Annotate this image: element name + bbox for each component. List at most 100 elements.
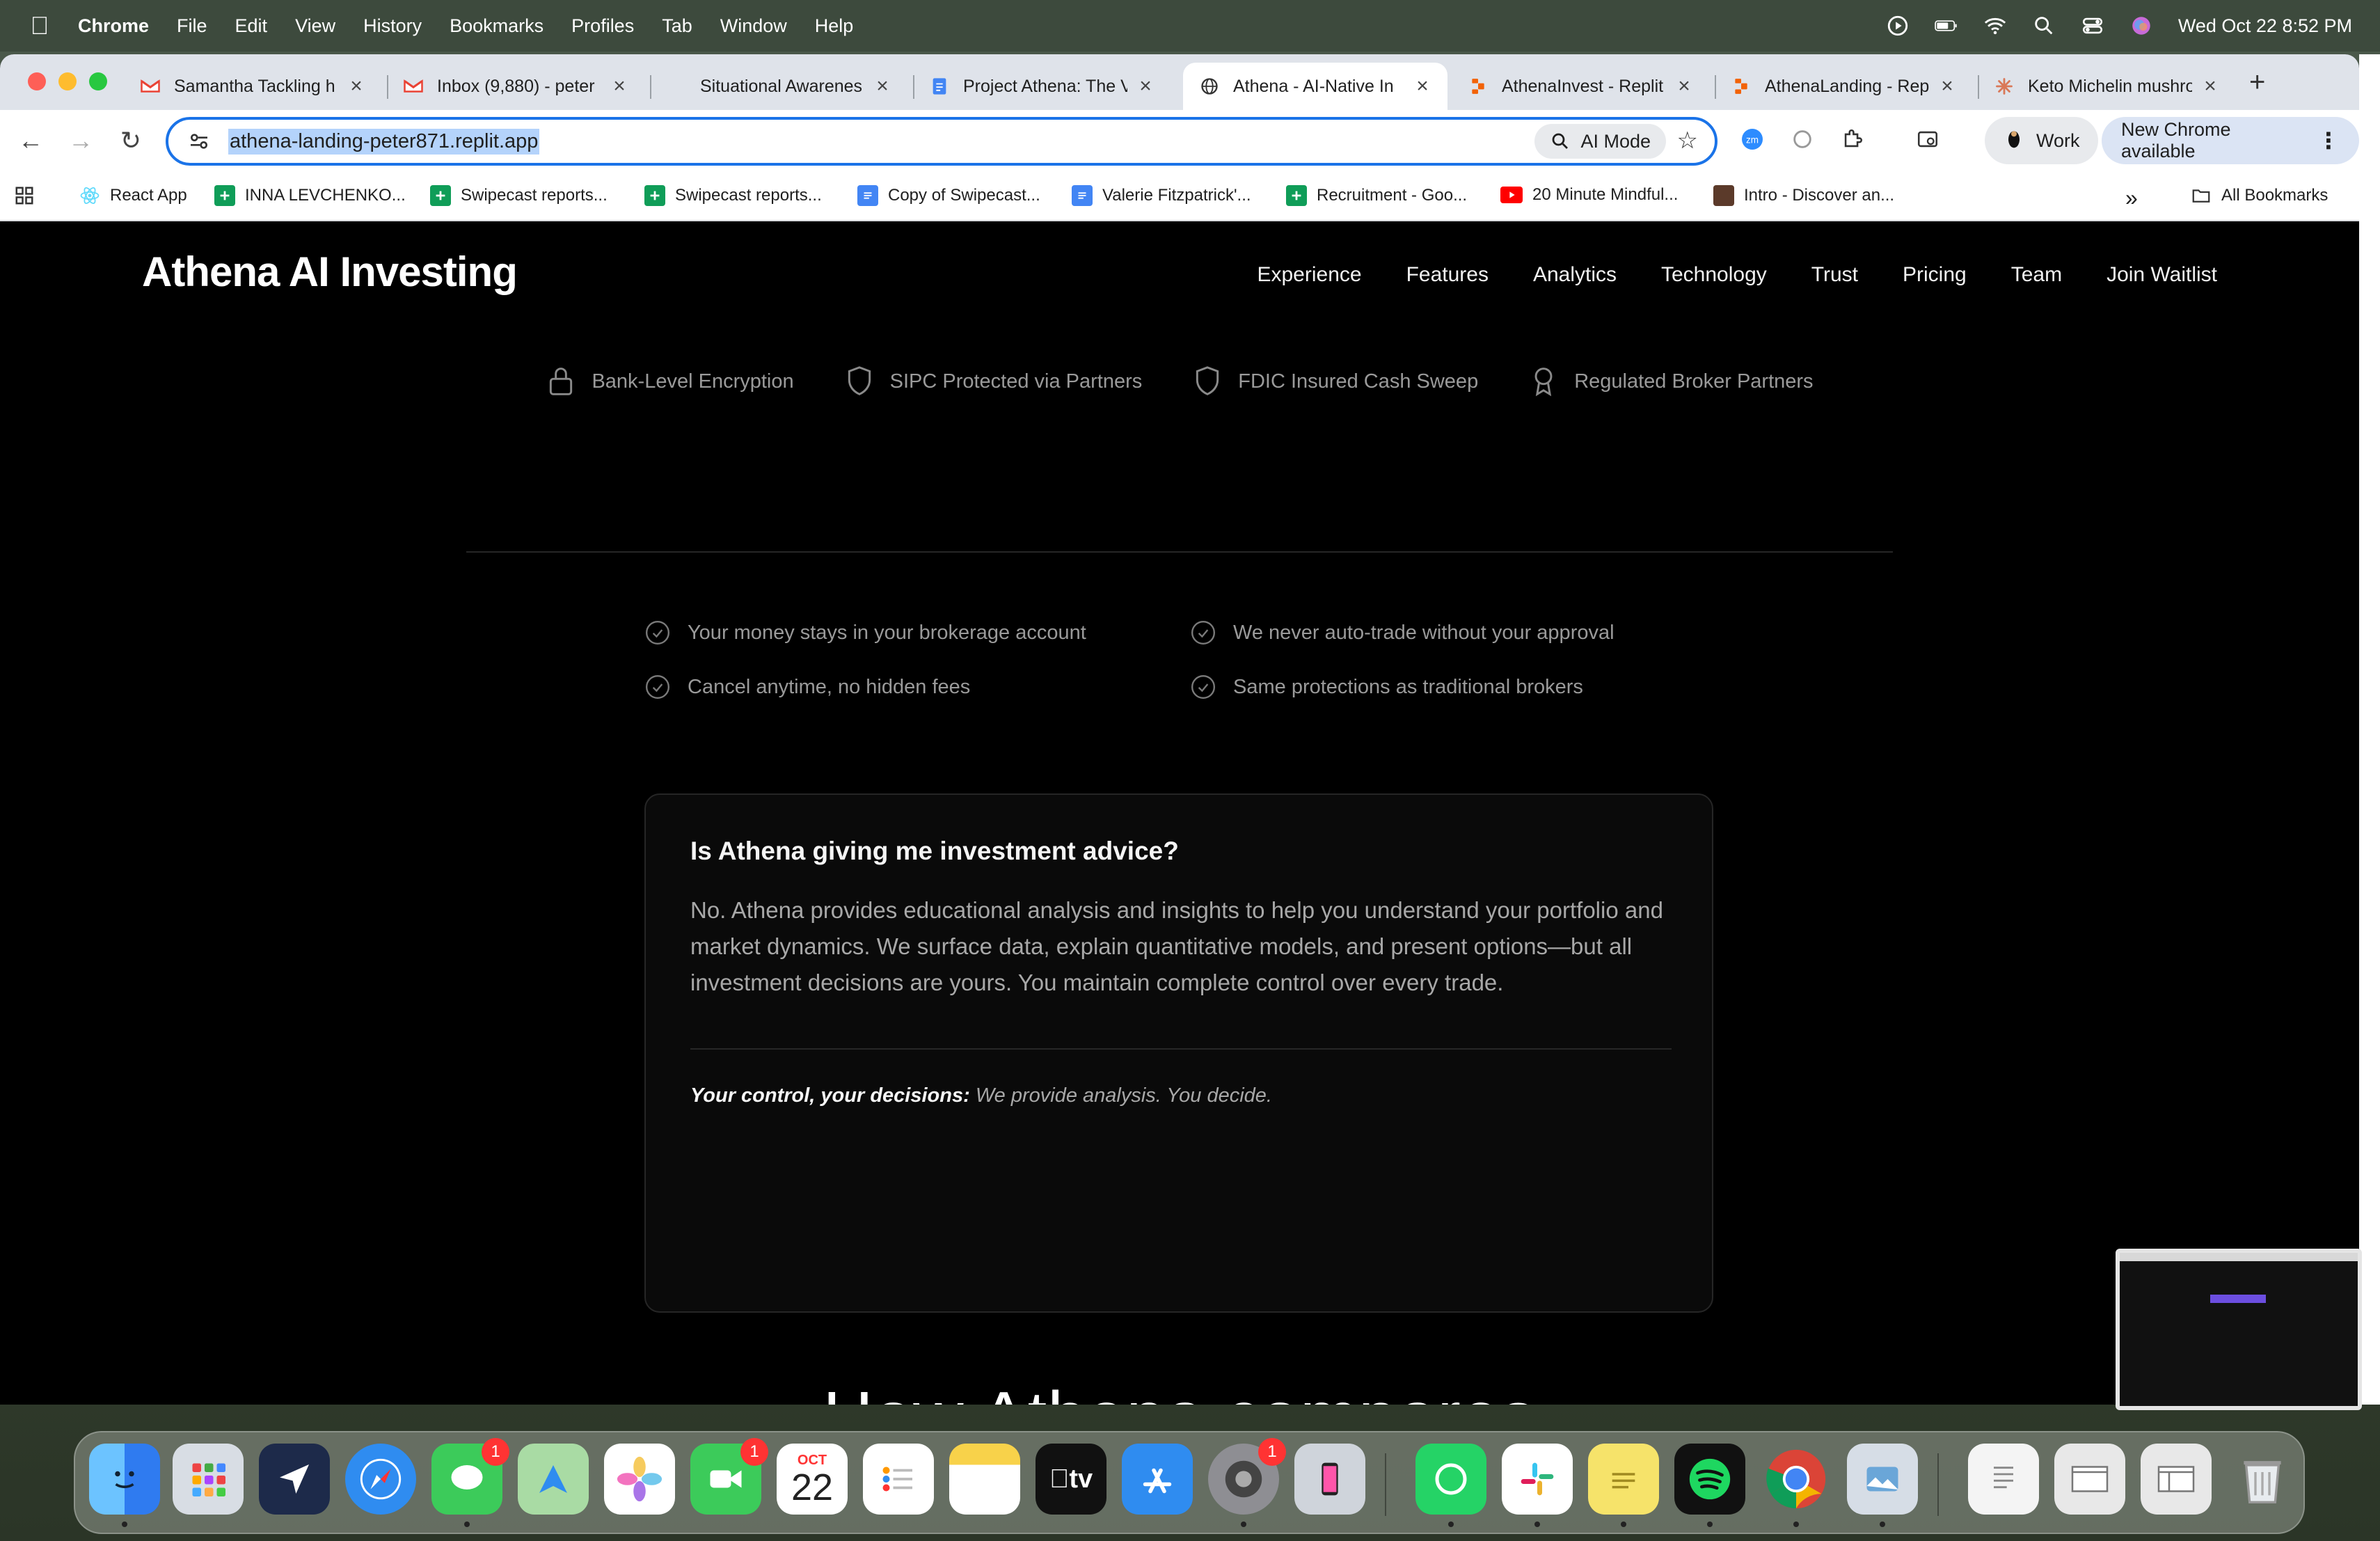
apple-menu-icon[interactable]: : [28, 11, 51, 40]
dock-chrome-icon[interactable]: [1761, 1444, 1832, 1527]
dock-preview-icon[interactable]: [1847, 1444, 1918, 1527]
tab-samantha[interactable]: Samantha Tackling h ×: [124, 63, 381, 110]
nav-join-waitlist[interactable]: Join Waitlist: [2107, 263, 2217, 287]
forward-arrow-icon[interactable]: →: [64, 124, 97, 157]
dock-launchpad-icon[interactable]: [173, 1444, 244, 1515]
tab-keto-michelin[interactable]: Keto Michelin mushro ×: [1978, 63, 2235, 110]
ai-mode-button[interactable]: AI Mode: [1534, 124, 1666, 159]
bookmarks-overflow-chevron-icon[interactable]: »: [2125, 185, 2138, 211]
dock-messages-icon[interactable]: 1: [431, 1438, 509, 1527]
profile-work-button[interactable]: Work: [1985, 117, 2098, 164]
dock-spotify-icon[interactable]: [1674, 1444, 1745, 1527]
bookmark-copy-swipecast[interactable]: Copy of Swipecast...: [857, 185, 1040, 206]
dock-window-icon[interactable]: [2054, 1444, 2125, 1515]
close-tab-icon[interactable]: ×: [2200, 74, 2220, 98]
sync-extension-icon[interactable]: [1786, 123, 1819, 156]
dock-photos-icon[interactable]: [604, 1444, 675, 1515]
close-tab-icon[interactable]: ×: [1937, 74, 1957, 98]
site-logo[interactable]: Athena AI Investing: [142, 248, 518, 296]
close-tab-icon[interactable]: ×: [347, 74, 366, 98]
more-vertical-icon[interactable]: ⋮: [2317, 127, 2340, 154]
reload-icon[interactable]: ↻: [114, 124, 148, 157]
back-arrow-icon[interactable]: ←: [14, 124, 47, 157]
dock-finder-icon[interactable]: [89, 1444, 160, 1527]
dock-window-icon[interactable]: [2141, 1444, 2212, 1515]
play-icon[interactable]: [1886, 14, 1910, 38]
bookmark-swipecast-1[interactable]: Swipecast reports...: [430, 185, 608, 206]
dock-reminders-icon[interactable]: [863, 1444, 934, 1515]
dock-stickies-icon[interactable]: [1588, 1444, 1659, 1527]
menu-history[interactable]: History: [363, 15, 422, 37]
tab-athenainvest-replit[interactable]: AthenaInvest - Replit ×: [1452, 63, 1709, 110]
nav-pricing[interactable]: Pricing: [1903, 263, 1967, 287]
control-center-icon[interactable]: [2081, 14, 2104, 38]
dock-calendar-icon[interactable]: OCT 22: [777, 1444, 848, 1515]
close-tab-icon[interactable]: ×: [1413, 74, 1432, 98]
bookmark-star-icon[interactable]: ☆: [1677, 127, 1698, 155]
spotlight-search-icon[interactable]: [2032, 14, 2056, 38]
nav-trust[interactable]: Trust: [1811, 263, 1858, 287]
close-tab-icon[interactable]: ×: [1136, 74, 1155, 98]
nav-team[interactable]: Team: [2011, 263, 2062, 287]
bookmark-mindful[interactable]: 20 Minute Mindful...: [1500, 185, 1678, 205]
fullscreen-window-button[interactable]: [89, 72, 107, 90]
new-tab-button[interactable]: +: [2249, 67, 2265, 98]
bookmark-recruitment[interactable]: Recruitment - Goo...: [1286, 185, 1467, 206]
dock-document-icon[interactable]: [1968, 1444, 2039, 1515]
dock-safari-icon[interactable]: [345, 1444, 416, 1515]
dock-tv-icon[interactable]: tv: [1036, 1444, 1106, 1515]
dock-facetime-icon[interactable]: 1: [690, 1438, 768, 1515]
dock-app-store-icon[interactable]: [1122, 1444, 1193, 1515]
dock-slack-icon[interactable]: [1502, 1444, 1573, 1527]
bookmark-swipecast-2[interactable]: Swipecast reports...: [644, 185, 822, 206]
menu-tab[interactable]: Tab: [662, 15, 692, 37]
dock-iphone-mirroring-icon[interactable]: [1294, 1444, 1365, 1515]
close-tab-icon[interactable]: ×: [610, 74, 629, 98]
extensions-puzzle-icon[interactable]: [1836, 123, 1869, 156]
menu-app-name[interactable]: Chrome: [78, 15, 149, 37]
screenshot-thumbnail[interactable]: [2116, 1249, 2362, 1410]
dock-system-settings-icon[interactable]: 1: [1208, 1438, 1286, 1527]
dock-notes-icon[interactable]: [949, 1444, 1020, 1515]
close-window-button[interactable]: [28, 72, 46, 90]
nav-experience[interactable]: Experience: [1257, 263, 1361, 287]
apps-grid-icon[interactable]: [14, 185, 35, 206]
bookmark-react-app[interactable]: React App: [79, 185, 187, 206]
battery-icon[interactable]: [1935, 14, 1958, 38]
bookmark-inna[interactable]: INNA LEVCHENKO...: [214, 185, 406, 206]
address-bar[interactable]: athena-landing-peter871.replit.app AI Mo…: [166, 117, 1717, 166]
dock-whatsapp-icon[interactable]: [1415, 1444, 1486, 1527]
menu-edit[interactable]: Edit: [235, 15, 268, 37]
tab-athena-active[interactable]: Athena - AI-Native In ×: [1183, 63, 1447, 110]
dock-maps-icon[interactable]: [518, 1444, 589, 1515]
chrome-update-button[interactable]: New Chrome available ⋮: [2102, 117, 2359, 164]
wifi-icon[interactable]: [1983, 14, 2007, 38]
bookmark-intro-discover[interactable]: Intro - Discover an...: [1713, 185, 1894, 206]
nav-features[interactable]: Features: [1406, 263, 1489, 287]
siri-icon[interactable]: [2129, 14, 2153, 38]
menubar-datetime[interactable]: Wed Oct 22 8:52 PM: [2178, 15, 2352, 37]
all-bookmarks-button[interactable]: All Bookmarks: [2191, 185, 2328, 206]
tab-search-icon[interactable]: [1911, 123, 1944, 156]
menu-help[interactable]: Help: [815, 15, 854, 37]
menu-file[interactable]: File: [177, 15, 207, 37]
dock-copilot-icon[interactable]: [259, 1444, 330, 1515]
menu-window[interactable]: Window: [720, 15, 787, 37]
tab-athenalanding-replit[interactable]: AthenaLanding - Rep ×: [1715, 63, 1972, 110]
bookmark-valerie[interactable]: Valerie Fitzpatrick'...: [1072, 185, 1251, 206]
menu-profiles[interactable]: Profiles: [571, 15, 634, 37]
tab-project-athena[interactable]: Project Athena: The V ×: [913, 63, 1171, 110]
close-tab-icon[interactable]: ×: [1674, 74, 1694, 98]
minimize-window-button[interactable]: [58, 72, 77, 90]
dock-trash-icon[interactable]: [2227, 1444, 2298, 1515]
tab-inbox[interactable]: Inbox (9,880) - peter ×: [387, 63, 644, 110]
url-text[interactable]: athena-landing-peter871.replit.app: [228, 128, 540, 155]
tab-situational[interactable]: Situational Awarenes ×: [650, 63, 907, 110]
menu-view[interactable]: View: [295, 15, 335, 37]
site-info-icon[interactable]: [185, 127, 213, 155]
nav-analytics[interactable]: Analytics: [1533, 263, 1617, 287]
nav-technology[interactable]: Technology: [1661, 263, 1767, 287]
close-tab-icon[interactable]: ×: [873, 74, 892, 98]
menu-bookmarks[interactable]: Bookmarks: [450, 15, 544, 37]
zoom-extension-icon[interactable]: zm: [1736, 123, 1769, 156]
